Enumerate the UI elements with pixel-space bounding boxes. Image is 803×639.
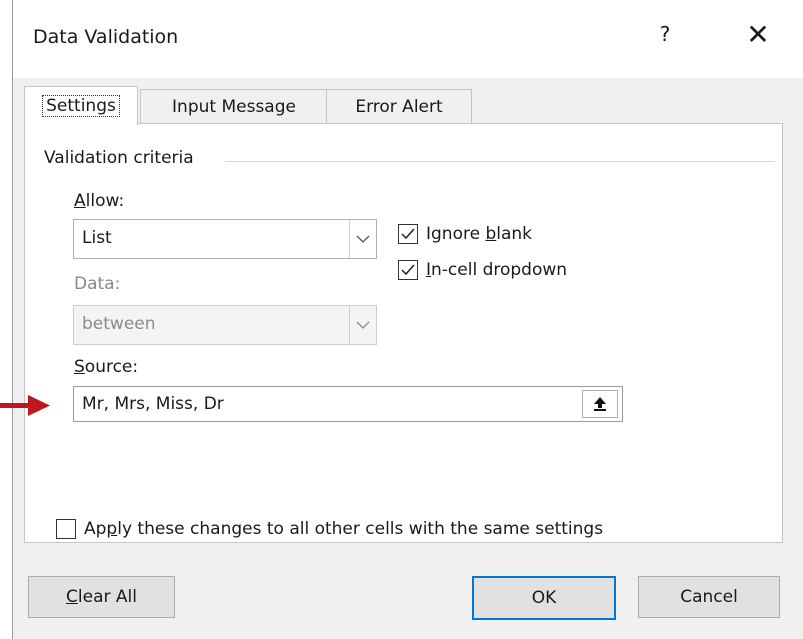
annotation-arrow-icon (0, 395, 50, 416)
dialog-title: Data Validation (33, 26, 179, 48)
upload-arrow-icon (594, 397, 606, 411)
allow-select[interactable]: List (73, 219, 377, 259)
tab-settings[interactable]: Settings (24, 86, 138, 125)
allow-value: List (82, 228, 112, 248)
data-validation-dialog: Data Validation ? ✕ Settings Input Messa… (12, 0, 803, 639)
source-value: Mr, Mrs, Miss, Dr (82, 394, 224, 414)
incell-dropdown-checkmark-icon (398, 260, 418, 280)
cancel-button[interactable]: Cancel (638, 576, 780, 618)
apply-all-label: Apply these changes to all other cells w… (84, 519, 604, 539)
data-select: between (73, 305, 377, 345)
settings-panel: Validation criteria Allow: List Ignore b… (24, 123, 783, 543)
data-value: between (82, 314, 156, 334)
ignore-blank-label: Ignore blank (426, 224, 533, 244)
range-picker-button[interactable] (582, 390, 618, 418)
tab-input-message[interactable]: Input Message (140, 89, 328, 124)
apply-all-checkbox[interactable]: Apply these changes to all other cells w… (56, 519, 603, 539)
group-divider (225, 161, 775, 162)
source-input[interactable]: Mr, Mrs, Miss, Dr (73, 386, 623, 422)
close-button[interactable]: ✕ (743, 18, 773, 51)
incell-dropdown-checkbox[interactable]: In-cell dropdown (398, 260, 567, 280)
incell-dropdown-label: In-cell dropdown (426, 260, 568, 280)
data-label: Data: (74, 274, 121, 294)
chevron-down-icon (349, 306, 376, 344)
ok-button[interactable]: OK (472, 576, 616, 620)
allow-label: Allow: (74, 191, 125, 211)
chevron-down-icon[interactable] (349, 220, 376, 258)
tab-error-alert[interactable]: Error Alert (326, 89, 472, 124)
ignore-blank-checkbox[interactable]: Ignore blank (398, 224, 532, 244)
title-bar: Data Validation ? ✕ (13, 0, 803, 78)
help-button[interactable]: ? (653, 22, 677, 46)
validation-criteria-title: Validation criteria (44, 148, 200, 168)
ignore-blank-checkmark-icon (398, 224, 418, 244)
clear-all-button[interactable]: Clear All (28, 576, 175, 618)
apply-all-box (56, 519, 76, 539)
tab-settings-label: Settings (42, 95, 120, 117)
source-label: Source: (74, 357, 139, 377)
